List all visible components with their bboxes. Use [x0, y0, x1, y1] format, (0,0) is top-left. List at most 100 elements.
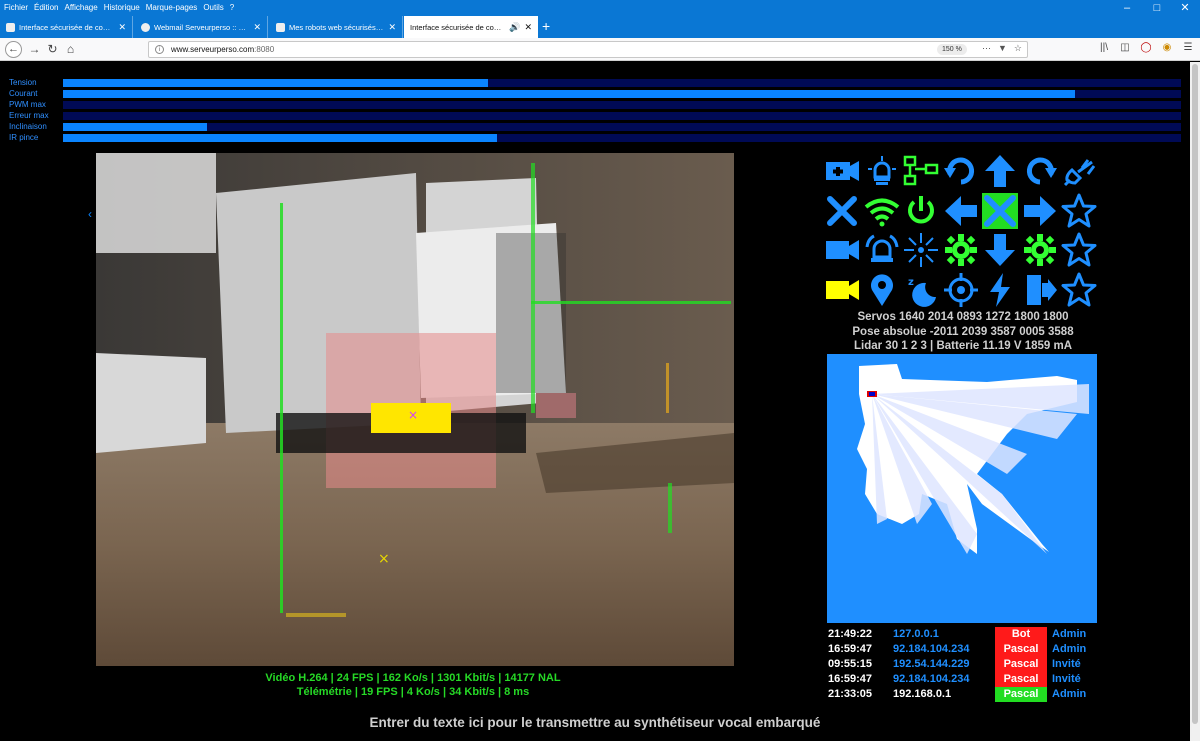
tab-title: Webmail Serveurperso :: Boîte: [154, 22, 250, 32]
bookmark-star-icon[interactable]: ☆: [1014, 43, 1022, 54]
gauge-track: [63, 123, 1181, 131]
close-tab-icon[interactable]: ✕: [253, 22, 261, 33]
connection-role: Admin: [1052, 628, 1087, 640]
connection-row: 21:33:05 192.168.0.1 Pascal Admin: [828, 687, 1098, 702]
gauge-track: [63, 79, 1181, 87]
pose-readout: Pose absolue -2011 2039 3587 0005 3588: [852, 325, 1074, 338]
chevron-left-icon[interactable]: ‹: [88, 207, 92, 221]
zoom-level[interactable]: 150 %: [937, 44, 967, 55]
navigation-bar: ← → ↻ ⌂ i www.serveurperso.com:8080 150 …: [0, 38, 1200, 61]
connection-time: 21:49:22: [828, 628, 873, 640]
telemetry-stats-line: Télémétrie | 19 FPS | 4 Ko/s | 34 Kbit/s…: [296, 686, 530, 698]
video-camera-icon[interactable]: [823, 231, 861, 269]
close-tab-icon[interactable]: ✕: [524, 22, 532, 33]
tab-4-active[interactable]: Interface sécurisée de comman 🔊 ✕: [404, 16, 538, 38]
arrow-left-icon[interactable]: [942, 192, 980, 230]
close-tab-icon[interactable]: ✕: [118, 22, 126, 33]
scrollbar-thumb[interactable]: [1192, 64, 1198, 724]
telemetry-readout: Servos 1640 2014 0893 1272 1800 1800 Pos…: [823, 310, 1103, 354]
wifi-icon[interactable]: [863, 192, 901, 230]
speaker-icon[interactable]: 🔊: [509, 22, 520, 33]
star-icon[interactable]: [1060, 192, 1098, 230]
gauge-courant: Courant: [9, 89, 1181, 99]
lidar-map[interactable]: [827, 354, 1097, 623]
tab-2[interactable]: Webmail Serveurperso :: Boîte ✕: [135, 16, 268, 38]
svg-text:×: ×: [408, 408, 418, 422]
video-camera-icon[interactable]: [823, 271, 861, 309]
gauge-track: [63, 134, 1181, 142]
video-stats-line: Vidéo H.264 | 24 FPS | 162 Ko/s | 1301 K…: [265, 672, 561, 684]
back-button[interactable]: ←: [5, 41, 22, 58]
connection-time: 16:59:47: [828, 673, 873, 685]
gauge-label: Erreur max: [9, 111, 49, 120]
home-button[interactable]: ⌂: [62, 41, 79, 58]
gear-icon[interactable]: [1021, 231, 1059, 269]
power-icon[interactable]: [902, 192, 940, 230]
menu-bar: Fichier Édition Affichage Historique Mar…: [0, 0, 1200, 14]
sleep-icon[interactable]: z: [902, 271, 940, 309]
menu-history[interactable]: Historique: [104, 3, 140, 12]
menu-file[interactable]: Fichier: [4, 3, 28, 12]
laser-icon[interactable]: [902, 231, 940, 269]
close-tab-icon[interactable]: ✕: [388, 22, 396, 33]
gauge-label: PWM max: [9, 100, 46, 109]
connection-time: 09:55:15: [828, 658, 873, 670]
gauge-ir-pince: IR pince: [9, 133, 1181, 143]
exit-icon[interactable]: [1021, 271, 1059, 309]
menu-edit[interactable]: Édition: [34, 3, 58, 12]
network-icon[interactable]: [902, 152, 940, 190]
connection-user: Pascal: [995, 687, 1047, 702]
lightning-icon[interactable]: [981, 271, 1019, 309]
pocket-icon[interactable]: ▼: [998, 43, 1007, 54]
location-pin-icon[interactable]: [863, 271, 901, 309]
reload-button[interactable]: ↻: [44, 41, 61, 58]
ublock-icon[interactable]: ◯: [1140, 42, 1152, 53]
gauge-label: Inclinaison: [9, 122, 47, 131]
alarm-icon[interactable]: [863, 231, 901, 269]
tab-title: Interface sécurisée de comman: [410, 22, 506, 32]
arrow-down-icon[interactable]: [981, 231, 1019, 269]
close-icon[interactable]: [823, 192, 861, 230]
lidar-battery-readout: Lidar 30 1 2 3 | Batterie 11.19 V 1859 m…: [853, 340, 1072, 352]
new-tab-button[interactable]: +: [542, 16, 550, 36]
menu-icon[interactable]: ☰: [1182, 42, 1194, 53]
connection-role: Invité: [1052, 658, 1081, 670]
forward-button[interactable]: →: [26, 41, 43, 58]
speech-input[interactable]: Entrer du texte ici pour le transmettre …: [300, 714, 890, 732]
gear-icon[interactable]: [942, 231, 980, 269]
tab-3[interactable]: Mes robots web sécurisés avec ✕: [270, 16, 403, 38]
gauge-track: [63, 101, 1181, 109]
connection-user: Bot: [995, 627, 1047, 642]
connection-time: 16:59:47: [828, 643, 873, 655]
arrow-up-icon[interactable]: [981, 152, 1019, 190]
arrow-right-icon[interactable]: [1021, 192, 1059, 230]
stop-icon[interactable]: [981, 192, 1019, 230]
library-icon[interactable]: ||\: [1098, 42, 1110, 53]
tab-1[interactable]: Interface sécurisée de comman ✕: [0, 16, 133, 38]
video-feed[interactable]: × ×: [96, 153, 734, 666]
star-icon[interactable]: [1060, 231, 1098, 269]
light-bulb-icon[interactable]: [863, 152, 901, 190]
plug-icon[interactable]: [1060, 152, 1098, 190]
connection-user: Pascal: [995, 657, 1047, 672]
menu-help[interactable]: ?: [230, 3, 234, 12]
info-icon[interactable]: i: [155, 45, 164, 54]
plus-camera-icon[interactable]: [823, 152, 861, 190]
connection-ip: 192.54.144.229: [893, 658, 970, 670]
menu-tools[interactable]: Outils: [203, 3, 223, 12]
menu-view[interactable]: Affichage: [64, 3, 97, 12]
connection-user: Pascal: [995, 642, 1047, 657]
video-frame: × ×: [96, 153, 734, 666]
gauge-track: [63, 90, 1181, 98]
connection-time: 21:33:05: [828, 688, 873, 700]
menu-bookmarks[interactable]: Marque-pages: [146, 3, 198, 12]
page-scrollbar[interactable]: [1190, 62, 1200, 741]
target-icon[interactable]: [942, 271, 980, 309]
rotate-right-icon[interactable]: [1021, 152, 1059, 190]
sidebar-icon[interactable]: ◫: [1119, 42, 1131, 53]
page-actions-icon[interactable]: ⋯: [982, 43, 991, 54]
rotate-left-icon[interactable]: [942, 152, 980, 190]
star-icon[interactable]: [1060, 271, 1098, 309]
extension-icon[interactable]: ◉: [1161, 42, 1173, 53]
address-bar[interactable]: i www.serveurperso.com:8080 150 % ⋯ ▼ ☆: [148, 41, 1028, 58]
